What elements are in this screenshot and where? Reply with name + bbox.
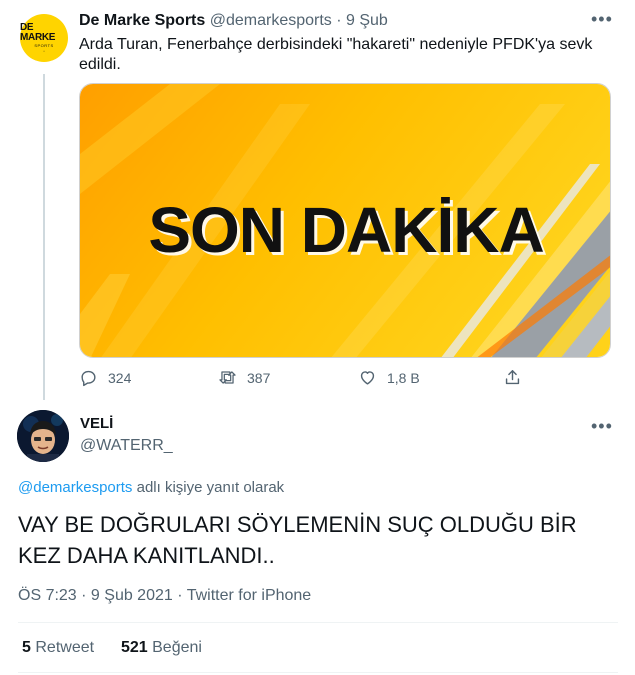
author-handle[interactable]: @demarkesports <box>210 12 332 29</box>
tweet-date[interactable]: 9 Şub <box>346 12 388 29</box>
retweet-icon <box>219 371 236 384</box>
reply-action[interactable]: 324 <box>79 368 131 387</box>
tweet-header: De Marke Sports @demarkesports · 9 Şub <box>79 11 388 31</box>
share-icon <box>505 370 520 385</box>
like-stat-count: 521 <box>120 639 148 656</box>
avatar-logo-dot: • <box>43 49 45 53</box>
media-headline: SON DAKİKA <box>148 194 543 266</box>
like-action[interactable]: 1,8 B <box>358 368 420 387</box>
user-avatar[interactable] <box>17 410 69 462</box>
replying-to-mention[interactable]: @demarkesports <box>18 479 132 496</box>
like-count: 1,8 B <box>387 369 420 386</box>
tweet-text: Arda Turan, Fenerbahçe derbisindeki "hak… <box>79 36 593 73</box>
stats-divider-bottom <box>18 672 618 673</box>
author-name[interactable]: De Marke Sports <box>79 12 205 29</box>
retweet-stat-label: Retweet <box>35 639 95 656</box>
heart-icon <box>360 371 375 385</box>
share-action[interactable] <box>503 368 522 387</box>
tweet-media-image[interactable]: SON DAKİKA SON DAKİKA <box>79 83 611 358</box>
retweet-stat-count: 5 <box>22 639 31 656</box>
reply-author-name[interactable]: VELİ <box>80 415 113 433</box>
parent-tweet[interactable]: DE MARKE SPORTS • De Marke Sports @demar… <box>0 0 635 400</box>
header-separator: · <box>336 12 342 29</box>
replying-to: @demarkesports adlı kişiye yanıt olarak <box>18 478 284 498</box>
avatar-logo-text: DE MARKE <box>20 22 56 43</box>
more-options-icon[interactable]: ••• <box>591 10 613 28</box>
reply-author-handle[interactable]: @WATERR_ <box>80 436 173 456</box>
tweet-actions: 324 387 1,8 B <box>79 368 539 390</box>
retweet-action[interactable]: 387 <box>218 368 270 387</box>
tweet-meta[interactable]: ÖS 7:23 · 9 Şub 2021 · Twitter for iPhon… <box>18 586 311 606</box>
stats-divider-top <box>18 622 618 623</box>
reply-tweet-text: VAY BE DOĞRULARI SÖYLEMENİN SUÇ OLDUĞU B… <box>18 512 577 568</box>
replying-to-label: adlı kişiye yanıt olarak <box>136 479 285 496</box>
like-stat[interactable]: 521 Beğeni <box>121 639 202 656</box>
like-stat-label: Beğeni <box>152 639 202 656</box>
tweet-stats: 5 Retweet 521 Beğeni <box>22 638 202 658</box>
retweet-count: 387 <box>247 369 271 386</box>
reply-count: 324 <box>108 369 132 386</box>
retweet-stat[interactable]: 5 Retweet <box>22 639 94 656</box>
brand-avatar[interactable]: DE MARKE SPORTS • <box>20 14 68 62</box>
reply-icon <box>81 370 96 387</box>
reply-more-options-icon[interactable]: ••• <box>591 417 613 435</box>
